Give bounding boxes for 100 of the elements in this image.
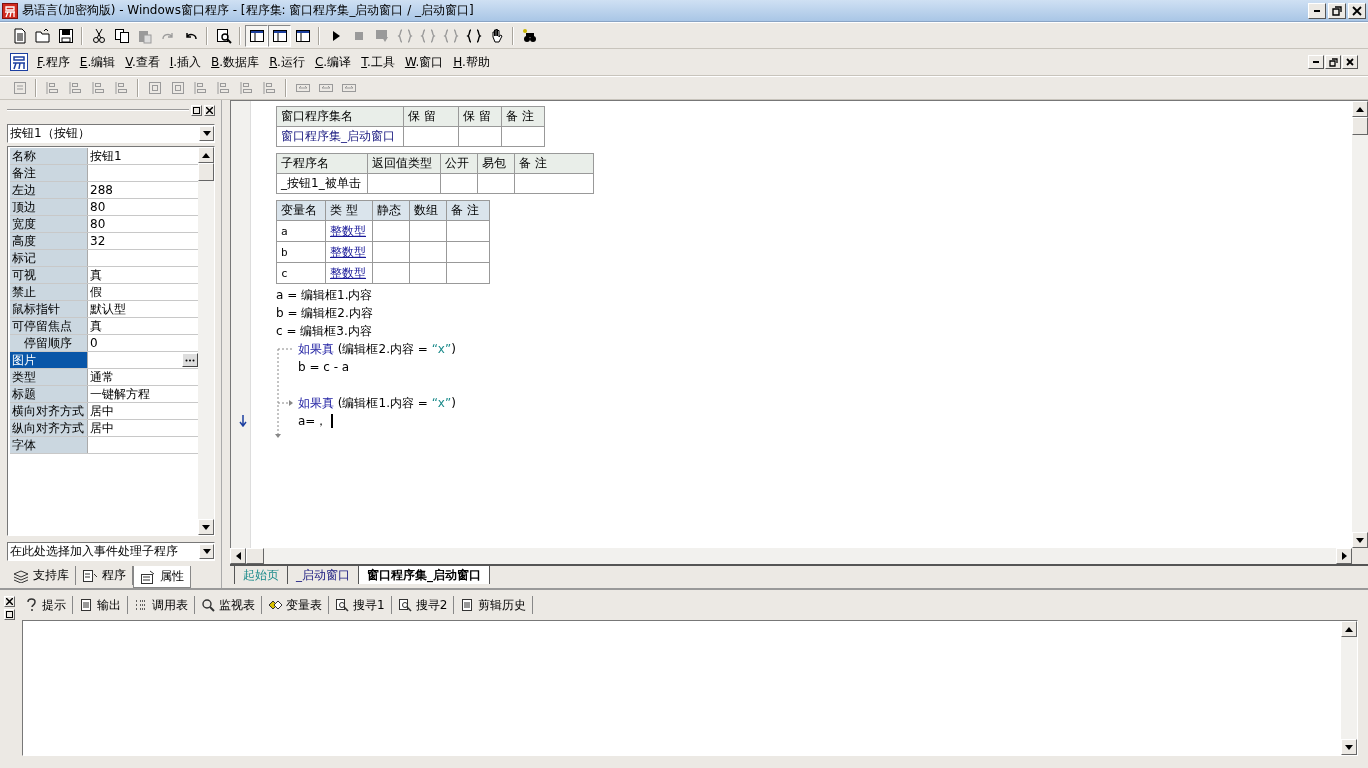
output-tab[interactable]: 变量表 — [262, 596, 329, 614]
diamond-icon — [268, 598, 282, 612]
property-value[interactable]: 80 — [88, 200, 198, 214]
editor-tab[interactable]: 窗口程序集_启动窗口 — [358, 566, 490, 584]
output-tab[interactable]: 搜寻1 — [329, 596, 392, 614]
property-name[interactable]: 禁止 — [10, 284, 88, 300]
scrollbar[interactable] — [198, 147, 214, 535]
restore-button[interactable] — [1325, 55, 1341, 69]
close-button[interactable] — [204, 104, 215, 116]
scroll-thumb[interactable] — [1352, 117, 1368, 135]
close-button[interactable] — [1342, 55, 1358, 69]
list-icon — [134, 598, 148, 612]
property-name[interactable]: 左边 — [10, 182, 88, 198]
app-logo-icon — [2, 2, 18, 19]
column-header: 备 注 — [446, 200, 490, 221]
menu-item[interactable]: W.窗口 — [399, 52, 449, 72]
scrollbar[interactable] — [230, 548, 1352, 564]
document-icon — [460, 598, 475, 612]
property-value[interactable]: 288 — [88, 183, 198, 197]
property-name[interactable]: 高度 — [10, 233, 88, 249]
output-tab[interactable]: 提示 — [18, 596, 73, 614]
column-header: 备 注 — [514, 153, 594, 174]
property-value[interactable]: 80 — [88, 217, 198, 231]
panel-tab[interactable]: 属性 — [133, 566, 191, 588]
property-value[interactable]: 默认型 — [88, 300, 198, 318]
type-link[interactable]: 整数型 — [325, 241, 373, 263]
restore-icon — [1332, 5, 1342, 16]
up-arrow-icon — [1356, 106, 1364, 112]
menu-item[interactable]: I.插入 — [164, 52, 207, 72]
property-value[interactable]: 居中 — [88, 419, 198, 437]
menu-item[interactable]: E.编辑 — [74, 52, 121, 72]
restore-button[interactable] — [1328, 2, 1346, 19]
code-line: a = 编辑框1.内容 — [276, 286, 373, 304]
property-name[interactable]: 类型 — [10, 369, 88, 385]
property-name[interactable]: 图片 — [10, 352, 88, 368]
property-name[interactable]: 可停留焦点 — [10, 318, 88, 334]
output-tab[interactable]: 调用表 — [128, 596, 195, 614]
menu-item[interactable]: T.工具 — [356, 52, 400, 72]
property-value[interactable]: 按钮1 — [88, 147, 198, 165]
type-link[interactable]: 整数型 — [325, 220, 373, 242]
property-value[interactable]: 真 — [88, 317, 198, 335]
output-tab[interactable]: 剪辑历史 — [454, 596, 534, 614]
close-button[interactable] — [3, 596, 15, 607]
property-value[interactable]: 真 — [88, 266, 198, 284]
property-name[interactable]: 顶边 — [10, 199, 88, 215]
output-tab[interactable]: 搜寻2 — [391, 596, 455, 614]
output-tab[interactable]: 输出 — [73, 596, 128, 614]
property-name[interactable]: 停留顺序 — [10, 335, 88, 351]
type-link[interactable]: 整数型 — [325, 262, 373, 284]
property-name[interactable]: 宽度 — [10, 216, 88, 232]
scroll-thumb[interactable] — [246, 548, 264, 564]
property-name[interactable]: 横向对齐方式 — [10, 403, 88, 419]
dropdown-arrow-icon — [202, 131, 211, 136]
ellipsis-icon — [185, 358, 195, 362]
menu-item[interactable]: B.数据库 — [206, 52, 265, 72]
code-line: b = c - a — [298, 360, 350, 374]
property-name[interactable]: 标记 — [10, 250, 88, 266]
property-name[interactable]: 鼠标指针 — [10, 301, 88, 317]
property-name[interactable]: 备注 — [10, 165, 88, 181]
scrollbar[interactable] — [1341, 621, 1357, 755]
menu-item[interactable]: R.运行 — [264, 52, 310, 72]
menu-item[interactable]: V.查看 — [120, 52, 165, 72]
menu-item[interactable]: F.程序 — [32, 52, 75, 72]
close-icon — [206, 106, 213, 114]
browse-button[interactable] — [182, 353, 198, 367]
property-name[interactable]: 名称 — [10, 148, 88, 164]
property-value[interactable]: 0 — [88, 336, 198, 350]
column-header: 数组 — [409, 200, 447, 221]
property-name[interactable]: 纵向对齐方式 — [10, 420, 88, 436]
column-header: 易包 — [477, 153, 515, 174]
property-value[interactable]: 一键解方程 — [88, 385, 198, 403]
property-value[interactable]: 32 — [88, 234, 198, 248]
property-name[interactable]: 字体 — [10, 437, 88, 453]
editor-tab[interactable]: 起始页 — [234, 566, 287, 584]
output-tab[interactable]: 监视表 — [195, 596, 262, 614]
table-cell: a — [276, 220, 326, 242]
close-button[interactable] — [1348, 2, 1366, 19]
close-icon — [1352, 5, 1362, 16]
scroll-thumb[interactable] — [198, 163, 214, 181]
menu-item[interactable]: C.编译 — [309, 52, 357, 72]
event-dropdown[interactable]: 在此处选择加入事件处理子程序 — [7, 542, 215, 561]
code-line: 如果真 (编辑框2.内容 = “x”) — [298, 340, 456, 358]
menu-item[interactable]: H.帮助 — [448, 52, 495, 72]
window-title: 易语言(加密狗版) - Windows窗口程序 - [程序集: 窗口程序集_启动窗口 / _启动窗口] — [22, 2, 474, 19]
object-dropdown[interactable]: 按钮1（按钮） — [7, 124, 215, 143]
dock-button[interactable] — [191, 104, 202, 116]
panel-tab[interactable]: 支持库 — [7, 566, 76, 585]
document-icon — [82, 568, 98, 583]
property-name[interactable]: 标题 — [10, 386, 88, 402]
property-name[interactable]: 可视 — [10, 267, 88, 283]
minimize-button[interactable] — [1308, 2, 1326, 19]
document-icon — [79, 598, 93, 612]
table-cell: b — [276, 241, 326, 263]
minimize-button[interactable] — [1308, 55, 1324, 69]
dock-button[interactable] — [3, 609, 15, 620]
column-header: 静态 — [372, 200, 410, 221]
scrollbar[interactable] — [1352, 101, 1368, 548]
property-value[interactable]: 居中 — [88, 402, 198, 420]
property-value[interactable]: 通常 — [88, 368, 198, 386]
property-value[interactable]: 假 — [88, 283, 198, 301]
